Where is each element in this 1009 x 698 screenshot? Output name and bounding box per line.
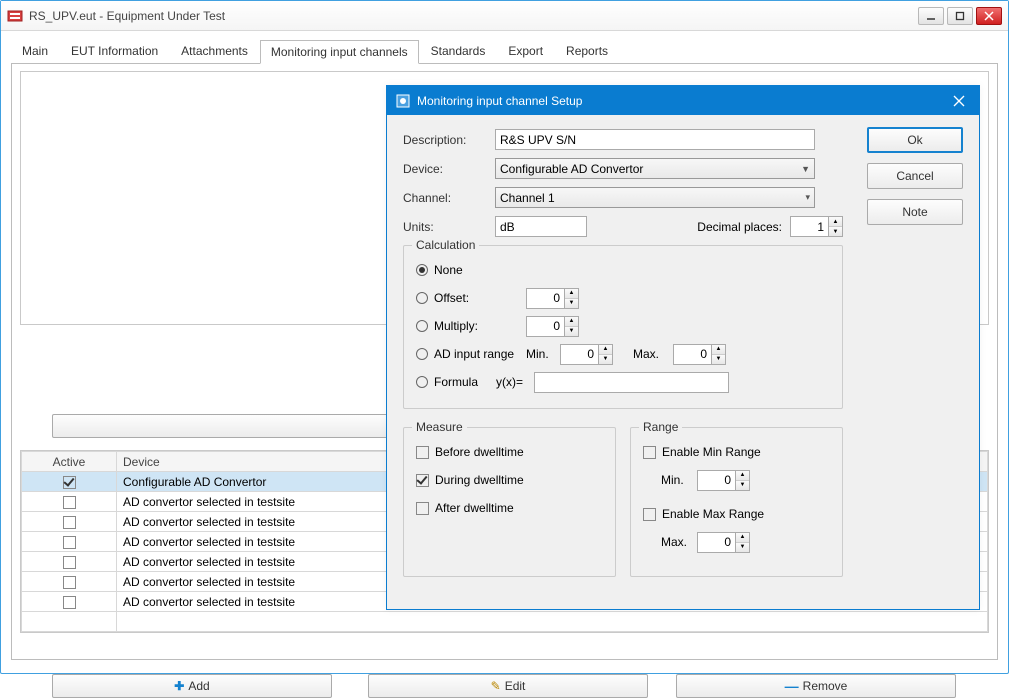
dialog-titlebar[interactable]: Monitoring input channel Setup — [387, 86, 979, 115]
app-icon — [7, 8, 23, 24]
active-checkbox[interactable] — [63, 556, 76, 569]
range-max-stepper[interactable]: ▲▼ — [697, 532, 750, 553]
titlebar: RS_UPV.eut - Equipment Under Test — [1, 1, 1008, 31]
window-title: RS_UPV.eut - Equipment Under Test — [29, 9, 918, 23]
close-button[interactable] — [976, 7, 1002, 25]
spin-up-icon[interactable]: ▲ — [829, 217, 842, 227]
tab-reports[interactable]: Reports — [555, 39, 619, 63]
device-select[interactable]: Configurable AD Convertor▼ — [495, 158, 815, 179]
edit-button[interactable]: ✎ Edit — [368, 674, 648, 698]
col-active[interactable]: Active — [22, 452, 117, 472]
note-button[interactable]: Note — [867, 199, 963, 225]
range-legend: Range — [639, 420, 682, 434]
add-label: Add — [188, 679, 209, 693]
tab-standards[interactable]: Standards — [420, 39, 497, 63]
before-dwell-checkbox[interactable] — [416, 446, 429, 459]
edit-label: Edit — [505, 679, 526, 693]
channel-label: Channel: — [403, 191, 495, 205]
tab-eut-information[interactable]: EUT Information — [60, 39, 169, 63]
adrange-min-stepper[interactable]: ▲▼ — [560, 344, 613, 365]
calc-none-radio[interactable] — [416, 264, 428, 276]
active-checkbox[interactable] — [63, 516, 76, 529]
ok-button[interactable]: Ok — [867, 127, 963, 153]
tab-main[interactable]: Main — [11, 39, 59, 63]
active-checkbox[interactable] — [63, 536, 76, 549]
active-checkbox[interactable] — [63, 596, 76, 609]
cancel-button[interactable]: Cancel — [867, 163, 963, 189]
description-input[interactable] — [495, 129, 815, 150]
calc-none-label: None — [434, 263, 463, 277]
dialog-icon — [395, 93, 411, 109]
minus-icon: — — [785, 678, 799, 694]
dialog-close-button[interactable] — [939, 86, 979, 115]
description-label: Description: — [403, 133, 495, 147]
after-dwell-checkbox[interactable] — [416, 502, 429, 515]
decimal-label: Decimal places: — [697, 220, 782, 234]
spin-down-icon[interactable]: ▼ — [829, 227, 842, 236]
chevron-down-icon: ▼ — [801, 164, 810, 174]
active-checkbox[interactable] — [63, 576, 76, 589]
units-input[interactable] — [495, 216, 587, 237]
calc-offset-label: Offset: — [434, 291, 520, 305]
tab-export[interactable]: Export — [497, 39, 554, 63]
formula-input[interactable] — [534, 372, 729, 393]
calc-multiply-radio[interactable] — [416, 320, 428, 332]
calc-adrange-radio[interactable] — [416, 348, 428, 360]
calc-legend: Calculation — [412, 238, 479, 252]
calc-adrange-label: AD input range — [434, 347, 520, 361]
tab-attachments[interactable]: Attachments — [170, 39, 259, 63]
measure-legend: Measure — [412, 420, 467, 434]
add-button-bottom[interactable]: ✚ Add — [52, 674, 332, 698]
chevron-down-icon: ▾ — [805, 192, 810, 203]
tab-monitoring-input-channels[interactable]: Monitoring input channels — [260, 40, 419, 64]
adrange-max-stepper[interactable]: ▲▼ — [673, 344, 726, 365]
minimize-button[interactable] — [918, 7, 944, 25]
pencil-icon: ✎ — [491, 679, 501, 693]
range-group: Range Enable Min Range Min. ▲▼ Enable Ma… — [630, 427, 843, 577]
units-label: Units: — [403, 220, 495, 234]
tab-bar: MainEUT InformationAttachmentsMonitoring… — [11, 39, 998, 64]
maximize-button[interactable] — [947, 7, 973, 25]
decimal-stepper[interactable]: ▲▼ — [790, 216, 843, 237]
calc-formula-label: Formula — [434, 375, 490, 389]
during-dwell-checkbox[interactable] — [416, 474, 429, 487]
remove-button[interactable]: — Remove — [676, 674, 956, 698]
calc-formula-radio[interactable] — [416, 376, 428, 388]
calc-multiply-label: Multiply: — [434, 319, 520, 333]
monitoring-setup-dialog: Monitoring input channel Setup Ok Cancel… — [386, 85, 980, 610]
calc-offset-radio[interactable] — [416, 292, 428, 304]
remove-label: Remove — [803, 679, 848, 693]
channel-select[interactable]: Channel 1▾ — [495, 187, 815, 208]
device-label: Device: — [403, 162, 495, 176]
enable-min-checkbox[interactable] — [643, 446, 656, 459]
active-checkbox[interactable] — [63, 496, 76, 509]
multiply-stepper[interactable]: ▲▼ — [526, 316, 579, 337]
range-min-stepper[interactable]: ▲▼ — [697, 470, 750, 491]
offset-stepper[interactable]: ▲▼ — [526, 288, 579, 309]
enable-max-checkbox[interactable] — [643, 508, 656, 521]
measure-group: Measure Before dwelltime During dwelltim… — [403, 427, 616, 577]
active-checkbox[interactable] — [63, 476, 76, 489]
plus-icon: ✚ — [174, 679, 184, 693]
calculation-group: Calculation None Offset: ▲▼ Multiply: ▲▼ — [403, 245, 843, 409]
dialog-title: Monitoring input channel Setup — [417, 94, 939, 108]
